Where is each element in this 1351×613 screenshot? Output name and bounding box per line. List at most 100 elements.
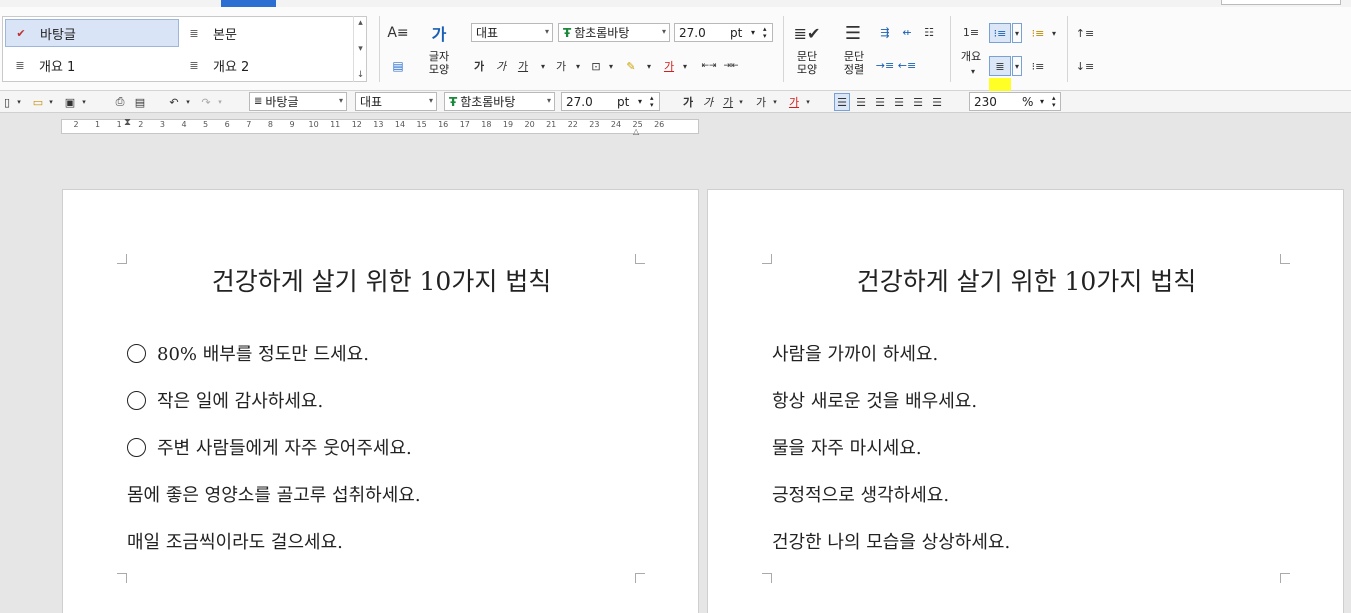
chevron-down-icon[interactable]: ▾ (737, 93, 745, 111)
chevron-down-icon[interactable]: ▾ (358, 44, 363, 54)
bullet-list-icon[interactable]: ⁝≡ (989, 23, 1011, 43)
document-page-left[interactable]: 건강하게 살기 위한 10가지 법칙 80% 배부를 정도만 드세요. 작은 일에… (62, 189, 699, 613)
bold-button[interactable]: 가 (472, 58, 486, 74)
bold-button[interactable]: 가 (681, 93, 695, 111)
decrease-indent-icon[interactable]: ←≡ (898, 57, 916, 73)
paragraph-line[interactable]: 80% 배부를 정도만 드세요. (127, 340, 369, 366)
size-stepper-icon[interactable]: ▴ ▾ (763, 25, 767, 40)
undo-icon[interactable]: ↶ (166, 93, 182, 111)
style-gallery-scroll[interactable]: ▴ ▾ ↓ (353, 16, 367, 82)
style-manager-icon[interactable]: ▤ (387, 56, 409, 76)
preview-icon[interactable]: ▤ (132, 93, 148, 111)
italic-button[interactable]: 가 (701, 93, 715, 111)
sort-ascending-icon[interactable]: ↑≡ (1075, 23, 1095, 43)
underline-button[interactable]: 가 (516, 58, 530, 74)
chevron-down-icon[interactable]: ▾ (771, 93, 779, 111)
indent-icon[interactable]: ⇶ (876, 24, 894, 40)
font-select[interactable]: Ŧ 함초롬바탕 ▾ (558, 23, 670, 42)
paragraph-line[interactable]: 항상 새로운 것을 배우세요. (772, 387, 977, 413)
language-select[interactable]: 대표 ▾ (471, 23, 553, 42)
expand-gallery-icon[interactable]: ↓ (357, 70, 365, 80)
style-item-outline1[interactable]: ≣ 개요 1 (5, 51, 179, 79)
numbered-list-icon[interactable]: ≣ (989, 56, 1011, 76)
chevron-up-icon[interactable]: ▴ (358, 18, 363, 28)
active-tab-indicator[interactable] (221, 0, 276, 7)
chevron-down-icon[interactable]: ▾ (538, 58, 548, 74)
increase-indent-icon[interactable]: →≡ (876, 57, 894, 73)
chevron-down-icon[interactable]: ▾ (1012, 56, 1022, 76)
paragraph-shape-label[interactable]: 문단 모양 (790, 50, 824, 76)
outline-number-icon[interactable]: 1≡ (960, 20, 982, 44)
document-page-right[interactable]: 건강하게 살기 위한 10가지 법칙 사람을 가까이 하세요. 항상 새로운 것을… (707, 189, 1344, 613)
print-icon[interactable]: ⎙ (111, 93, 129, 111)
style-item-bonmun[interactable]: ≣ 본문 (185, 19, 353, 47)
paragraph-line[interactable]: 물을 자주 마시세요. (772, 434, 922, 460)
paragraph-line[interactable]: 몸에 좋은 영양소를 골고루 섭취하세요. (127, 481, 421, 507)
font-size-field[interactable]: 27.0 pt ▾ ▴ ▾ (561, 92, 660, 111)
right-align-icon[interactable]: ☰ (891, 93, 907, 111)
highlight-pen-icon[interactable]: ✎ (622, 58, 640, 74)
chevron-down-icon[interactable]: ▾ (80, 93, 88, 111)
strikethrough-icon[interactable]: 가 (753, 93, 769, 111)
chevron-down-icon[interactable]: ▾ (573, 58, 583, 74)
paragraph-line[interactable]: 건강한 나의 모습을 상상하세요. (772, 528, 1010, 554)
chevron-down-icon[interactable]: ▾ (1049, 23, 1059, 43)
outdent-icon[interactable]: ⇷ (898, 24, 916, 40)
paragraph-line[interactable]: 매일 조금씩이라도 걸으세요. (127, 528, 343, 554)
picture-bullet-icon[interactable]: ⁝≡ (1028, 23, 1048, 43)
left-align-icon[interactable]: ☰ (853, 93, 869, 111)
font-select[interactable]: Ŧ 함초롬바탕 ▾ (444, 92, 555, 111)
chevron-down-icon[interactable]: ▾ (216, 93, 224, 111)
char-shape-label[interactable]: 글자 모양 (422, 50, 456, 76)
paragraph-line[interactable]: 긍정적으로 생각하세요. (772, 481, 949, 507)
zoom-field[interactable]: 230 % ▾ ▴ ▾ (969, 92, 1061, 111)
center-align-icon[interactable]: ☰ (872, 93, 888, 111)
chevron-down-icon[interactable]: ▾ (680, 58, 690, 74)
char-spacing-wide-icon[interactable]: ⇥⇤ (723, 58, 739, 74)
chevron-down-icon[interactable]: ▾ (47, 93, 55, 111)
style-item-batanggeul[interactable]: ✔ 바탕글 (5, 19, 179, 47)
style-item-outline2[interactable]: ≣ 개요 2 (185, 51, 353, 79)
chevron-down-icon[interactable]: ▾ (15, 93, 23, 111)
chevron-down-icon[interactable]: ▾ (644, 58, 654, 74)
chevron-down-icon[interactable]: ▾ (804, 93, 812, 111)
font-size-field[interactable]: 27.0 pt ▾ ▴ ▾ (674, 23, 773, 42)
char-shape-icon[interactable]: 가 (425, 20, 453, 46)
paragraph-align-icon[interactable]: ☰ (838, 20, 868, 46)
search-box[interactable] (1221, 0, 1341, 5)
chevron-down-icon[interactable]: ▾ (1040, 97, 1044, 106)
strikethrough-icon[interactable]: 가 (553, 58, 569, 74)
chevron-down-icon[interactable]: ▾ (968, 66, 978, 76)
paragraph-line[interactable]: 작은 일에 감사하세요. (127, 387, 323, 413)
right-margin-marker-icon[interactable]: △ (633, 127, 639, 136)
indent-marker-icon[interactable]: ⧗ (124, 117, 131, 128)
horizontal-ruler[interactable]: 2 1 1 2 3 4 5 6 7 8 9 10 11 12 13 14 15 16 17 18 19 20 21 22 23 2… (61, 117, 699, 136)
char-border-icon[interactable]: ⊡ (588, 58, 604, 74)
paragraph-line[interactable]: 주변 사람들에게 자주 웃어주세요. (127, 434, 412, 460)
paragraph-shape-icon[interactable]: ≣✔ (793, 20, 821, 46)
underline-button[interactable]: 가 (721, 93, 735, 111)
justify-align-icon[interactable]: ☰ (834, 93, 850, 111)
outline-label[interactable]: 개요 (958, 50, 984, 63)
chevron-down-icon[interactable]: ▾ (606, 58, 616, 74)
chevron-down-icon[interactable]: ▾ (184, 93, 192, 111)
style-select[interactable]: ≣ 바탕글 ▾ (249, 92, 347, 111)
language-select[interactable]: 대표 ▾ (355, 92, 437, 111)
chevron-down-icon[interactable]: ▾ (751, 28, 755, 37)
open-folder-icon[interactable]: ▭ (29, 93, 47, 111)
multilevel-list-icon[interactable]: ⁝≡ (1028, 56, 1048, 76)
italic-button[interactable]: 가 (494, 58, 508, 74)
size-stepper-icon[interactable]: ▴ ▾ (650, 94, 654, 109)
new-document-icon[interactable]: ▯ (0, 93, 14, 111)
save-icon[interactable]: ▣ (62, 93, 78, 111)
font-color-icon[interactable]: 가 (786, 93, 802, 111)
paragraph-align-label[interactable]: 문단 정렬 (836, 50, 872, 76)
redo-icon[interactable]: ↷ (198, 93, 214, 111)
chevron-down-icon[interactable]: ▾ (1012, 23, 1022, 43)
add-style-icon[interactable]: A≡ (387, 22, 409, 44)
chevron-down-icon[interactable]: ▾ (638, 97, 642, 106)
font-color-icon[interactable]: 가 (660, 58, 678, 74)
char-spacing-narrow-icon[interactable]: ⇤⇥ (701, 58, 717, 74)
divide-align-icon[interactable]: ☰ (929, 93, 945, 111)
distribute-align-icon[interactable]: ☰ (910, 93, 926, 111)
